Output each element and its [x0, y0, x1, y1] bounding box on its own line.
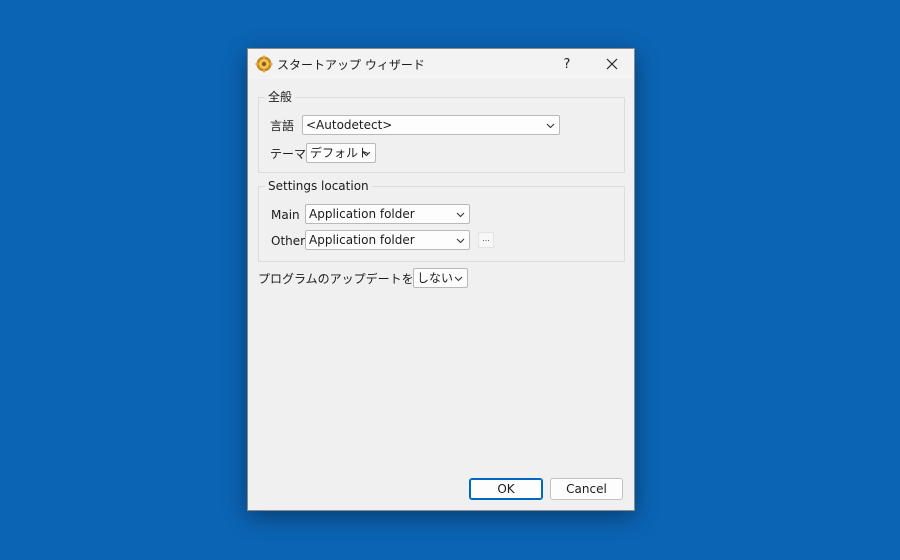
main-location-label: Main	[271, 208, 300, 222]
other-location-select[interactable]: Application folder	[305, 230, 470, 250]
main-location-select[interactable]: Application folder	[305, 204, 470, 224]
chevron-down-icon	[456, 238, 465, 244]
close-icon	[606, 58, 618, 70]
browse-other-button[interactable]: ...	[478, 232, 494, 248]
language-select[interactable]: <Autodetect>	[302, 115, 560, 135]
language-select-value: <Autodetect>	[306, 118, 393, 132]
close-button[interactable]	[590, 49, 634, 79]
other-location-value: Application folder	[309, 233, 415, 247]
update-check-select[interactable]: しない	[413, 268, 468, 288]
theme-label: テーマ	[270, 147, 307, 161]
other-location-label: Other	[271, 234, 306, 248]
chevron-down-icon	[454, 276, 463, 282]
window-title: スタートアップ ウィザード	[277, 58, 425, 72]
theme-select[interactable]: デフォルト	[306, 143, 376, 163]
desktop-background: スタートアップ ウィザード ? 全般 言語 <Autodetect> テーマ デ…	[0, 0, 900, 560]
app-gear-icon	[255, 55, 273, 73]
update-check-value: しない	[417, 271, 454, 285]
cancel-button[interactable]: Cancel	[550, 478, 623, 500]
settings-location-group-title: Settings location	[265, 179, 372, 193]
language-label: 言語	[270, 119, 295, 133]
ok-button[interactable]: OK	[469, 478, 543, 500]
chevron-down-icon	[362, 151, 371, 157]
general-groupbox: 全般 言語 <Autodetect> テーマ デフォルト	[258, 90, 625, 173]
settings-location-groupbox: Settings location Main Application folde…	[258, 179, 625, 262]
chevron-down-icon	[456, 212, 465, 218]
chevron-down-icon	[546, 123, 555, 129]
help-button[interactable]: ?	[545, 49, 589, 79]
startup-wizard-dialog: スタートアップ ウィザード ? 全般 言語 <Autodetect> テーマ デ…	[247, 48, 635, 511]
theme-select-value: デフォルト	[310, 146, 371, 160]
main-location-value: Application folder	[309, 207, 415, 221]
general-group-title: 全般	[265, 90, 296, 104]
title-bar[interactable]: スタートアップ ウィザード ?	[248, 49, 634, 79]
